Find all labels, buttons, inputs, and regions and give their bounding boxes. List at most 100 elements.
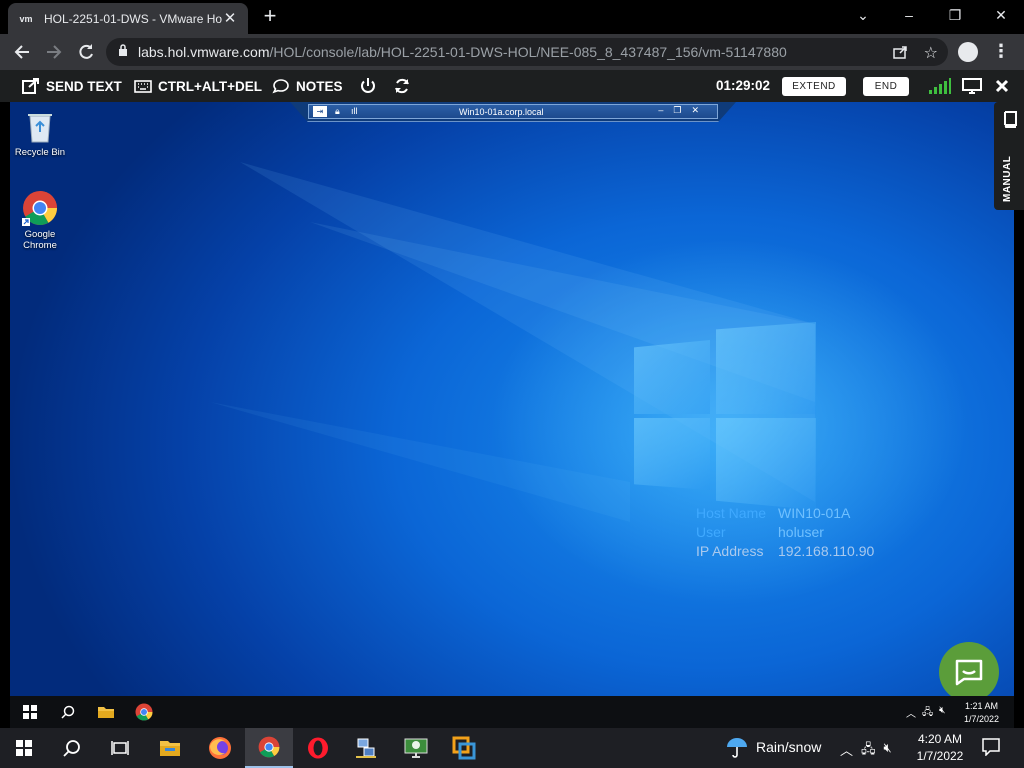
host-taskbar: Rain/snow ︿ 🖧︎ 🔇︎ 4:20 AM 1/7/2022 [0, 728, 1024, 768]
browser-toolbar: labs.hol.vmware.com /HOL/console/lab/HOL… [0, 34, 1024, 70]
network-app-icon[interactable] [342, 728, 390, 768]
host-name-row: Host Name WIN10-01A [696, 504, 874, 523]
minimize-button[interactable]: – [886, 0, 932, 30]
close-console-icon[interactable] [995, 70, 1009, 102]
firefox-icon[interactable] [196, 728, 244, 768]
system-tray: ︿ 🖧︎ 🔇︎ [840, 740, 892, 762]
browser-tab-strip: vm HOL-2251-01-DWS - VMware Ho ✕ + ⌄ – ❐… [0, 0, 1024, 34]
vm-tray-chevron-icon[interactable]: ︿ [906, 705, 916, 722]
notes-button[interactable]: NOTES [272, 70, 343, 102]
connection-signal-icon: ıll [351, 106, 358, 116]
user-row: User holuser [696, 523, 874, 542]
recycle-bin-label: Recycle Bin [14, 147, 66, 158]
bginfo-panel: Host Name WIN10-01A User holuser IP Addr… [696, 504, 874, 561]
vm-network-icon[interactable]: 🖧︎ [922, 705, 933, 722]
extend-button[interactable]: EXTEND [782, 77, 846, 96]
remote-desktop-icon[interactable] [392, 728, 440, 768]
vm-clock[interactable]: 1:21 AM 1/7/2022 [964, 700, 999, 726]
close-window-button[interactable]: ✕ [978, 0, 1024, 30]
lock-icon[interactable] [118, 44, 128, 60]
vm-time: 1:21 AM [965, 701, 999, 711]
reload-icon[interactable] [74, 40, 98, 64]
tab-close-icon[interactable]: ✕ [222, 10, 238, 27]
tab-search-dropdown-icon[interactable]: ⌄ [840, 0, 886, 30]
weather-label: Rain/snow [756, 739, 822, 755]
vm-system-tray: ︿ 🖧︎ 🔇︎ [906, 705, 945, 722]
chat-support-button[interactable] [939, 642, 999, 702]
new-tab-button[interactable]: + [258, 5, 282, 29]
volume-muted-icon[interactable]: 🔇︎ [884, 740, 892, 762]
refresh-icon[interactable] [393, 70, 411, 102]
wallpaper-light-beam [210, 162, 815, 522]
user-key: User [696, 524, 726, 540]
notes-label: NOTES [296, 78, 343, 94]
chrome-menu-icon[interactable]: ⋮ [992, 41, 1010, 61]
user-value: holuser [778, 524, 824, 540]
manual-tab[interactable]: MANUAL [994, 102, 1024, 210]
tray-chevron-icon[interactable]: ︿ [840, 740, 853, 762]
hol-console-toolbar: SEND TEXT CTRL+ALT+DEL NOTES 01:29:02 EX… [0, 70, 1024, 102]
remote-minimize-button[interactable]: – [658, 105, 663, 116]
host-clock[interactable]: 4:20 AM 1/7/2022 [910, 731, 970, 765]
start-button-icon[interactable] [0, 728, 48, 768]
vm-taskbar: ︿ 🖧︎ 🔇︎ 1:21 AM 1/7/2022 [10, 696, 1014, 728]
vm-search-icon[interactable] [58, 702, 78, 722]
remote-session-title: Win10-01a.corp.local [459, 107, 544, 117]
ctrl-alt-del-button[interactable]: CTRL+ALT+DEL [134, 70, 262, 102]
remote-close-button[interactable]: ✕ [691, 105, 699, 116]
browser-tab[interactable]: vm HOL-2251-01-DWS - VMware Ho ✕ [8, 3, 248, 34]
send-text-label: SEND TEXT [46, 78, 122, 94]
monitor-icon[interactable] [962, 70, 982, 102]
host-time: 4:20 AM [917, 732, 963, 746]
bookmark-star-icon[interactable]: ☆ [924, 43, 938, 63]
end-button[interactable]: END [863, 77, 909, 96]
pin-icon[interactable]: ⇥ [313, 106, 327, 117]
umbrella-icon [727, 738, 747, 758]
windows-logo-wallpaper [630, 322, 820, 517]
ip-address-row: IP Address 192.168.110.90 [696, 542, 874, 561]
remote-session-bar[interactable]: ⇥ 🔒︎ ıll Win10-01a.corp.local – ❐ ✕ [290, 102, 736, 122]
chrome-label-line2: Chrome [23, 240, 57, 251]
vm-chrome-icon[interactable] [134, 702, 154, 722]
weather-widget[interactable]: Rain/snow [726, 736, 821, 758]
forward-arrow-icon[interactable] [42, 40, 66, 64]
vmware-workstation-icon[interactable] [440, 728, 488, 768]
lab-timer: 01:29:02 [716, 78, 771, 93]
manual-label: MANUAL [1002, 155, 1013, 202]
host-date: 1/7/2022 [916, 749, 964, 763]
vm-volume-muted-icon[interactable]: 🔇︎ [939, 705, 945, 722]
vm-desktop[interactable]: Recycle Bin Google Chrome Host Name WIN1… [10, 102, 1014, 696]
notification-center-icon[interactable] [982, 738, 1000, 761]
task-view-icon[interactable] [96, 728, 144, 768]
power-icon[interactable] [359, 70, 377, 102]
desktop-icon-google-chrome[interactable]: Google Chrome [10, 190, 70, 251]
opera-icon[interactable] [294, 728, 342, 768]
chrome-icon [22, 190, 58, 226]
profile-avatar-icon[interactable] [958, 42, 978, 62]
search-icon[interactable] [48, 728, 96, 768]
desktop-icon-recycle-bin[interactable]: Recycle Bin [10, 108, 70, 158]
send-text-icon [22, 78, 39, 94]
maximize-button[interactable]: ❐ [932, 0, 978, 30]
url-path: /HOL/console/lab/HOL-2251-01-DWS-HOL/NEE… [269, 44, 787, 60]
vm-start-icon[interactable] [20, 702, 40, 722]
vm-favicon-icon: vm [18, 10, 34, 27]
chat-icon [955, 659, 983, 686]
back-arrow-icon[interactable] [10, 40, 34, 64]
signal-bars-icon [928, 70, 952, 102]
file-explorer-icon[interactable] [146, 728, 194, 768]
vm-file-explorer-icon[interactable] [96, 702, 116, 722]
vm-date: 1/7/2022 [964, 714, 1000, 724]
lock-icon[interactable]: 🔒︎ [335, 106, 340, 117]
ip-address-key: IP Address [696, 543, 764, 559]
address-bar[interactable]: labs.hol.vmware.com /HOL/console/lab/HOL… [106, 38, 948, 66]
keyboard-icon [134, 79, 152, 93]
chrome-taskbar-icon[interactable] [245, 728, 293, 768]
remote-restore-button[interactable]: ❐ [673, 105, 681, 116]
chrome-label-line1: Google [24, 229, 56, 240]
send-text-button[interactable]: SEND TEXT [22, 70, 122, 102]
share-icon[interactable] [892, 44, 908, 63]
speech-bubble-icon [272, 79, 289, 94]
network-icon[interactable]: 🖧︎ [861, 740, 876, 762]
ctrl-alt-del-label: CTRL+ALT+DEL [158, 78, 262, 94]
